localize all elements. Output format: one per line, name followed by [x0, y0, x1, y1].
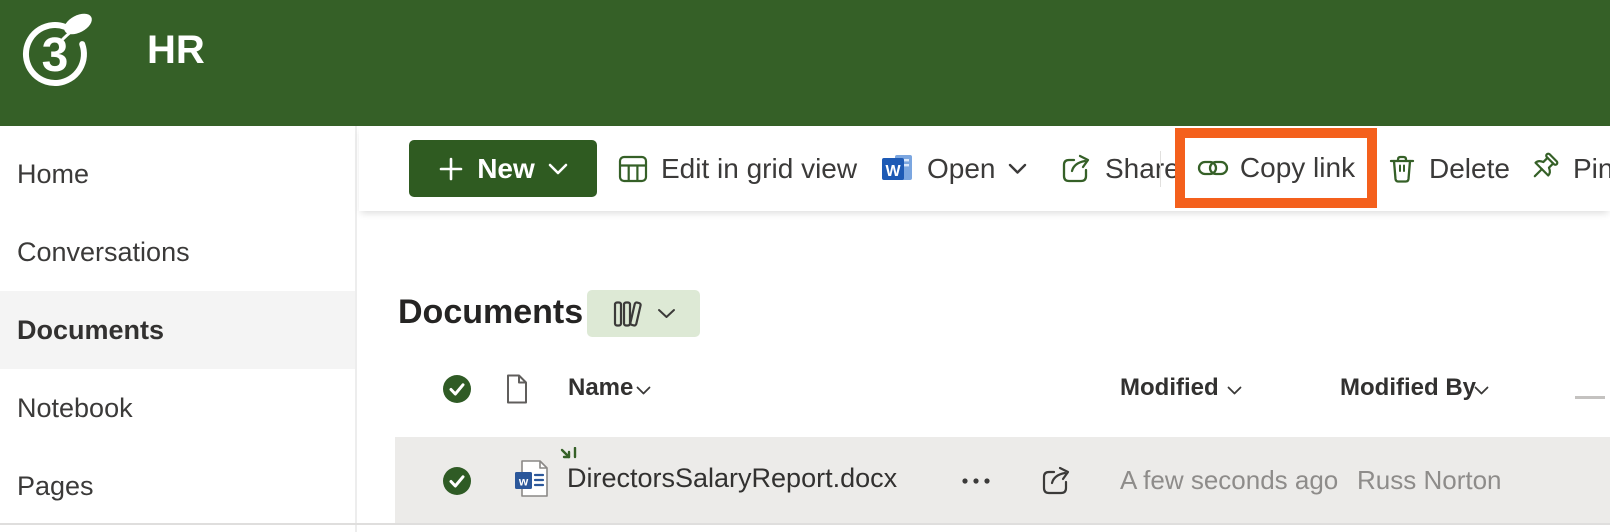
sidebar-item-notebook[interactable]: Notebook — [0, 369, 355, 447]
edit-grid-view-button[interactable]: Edit in grid view — [617, 126, 857, 211]
row-selected-checkbox[interactable] — [443, 467, 471, 495]
more-options-icon[interactable] — [961, 477, 991, 485]
delete-button[interactable]: Delete — [1387, 126, 1510, 211]
sidebar-item-home[interactable]: Home — [0, 135, 355, 213]
site-logo[interactable]: 3 — [15, 8, 99, 92]
share-button[interactable]: Share — [1059, 126, 1180, 211]
library-books-icon — [613, 300, 642, 327]
pin-label: Pin — [1573, 152, 1610, 184]
pin-button[interactable]: Pin — [1527, 126, 1610, 211]
column-header-name[interactable]: Name — [568, 374, 633, 402]
view-selector-button[interactable] — [587, 290, 700, 337]
grid-icon — [618, 155, 648, 182]
chevron-down-icon[interactable] — [1227, 386, 1242, 395]
copy-link-button[interactable]: Copy link — [1197, 152, 1355, 184]
word-app-icon: W — [882, 154, 912, 180]
site-header: 3 HR — [0, 0, 1610, 126]
modified-cell: A few seconds ago — [1120, 465, 1339, 495]
delete-label: Delete — [1429, 152, 1510, 184]
chevron-down-icon — [657, 309, 675, 318]
chevron-down-icon — [1008, 163, 1026, 174]
chevron-down-icon[interactable] — [636, 386, 651, 395]
pin-icon — [1533, 152, 1559, 177]
library-heading: Documents — [398, 293, 584, 331]
open-button[interactable]: W Open — [879, 126, 1027, 211]
select-all-checkbox[interactable] — [443, 375, 471, 403]
table-row[interactable]: w DirectorsSalaryReport.docx A few secon… — [395, 437, 1610, 525]
command-bar: New Edit in grid view W Open Share Copy … — [359, 126, 1610, 211]
sidebar-item-pages[interactable]: Pages — [0, 447, 355, 525]
file-name-link[interactable]: DirectorsSalaryReport.docx — [567, 463, 897, 494]
library-content: Documents Name Modified Modified By w Di… — [359, 211, 1610, 532]
bottom-divider — [0, 523, 1610, 525]
new-button[interactable]: New — [409, 140, 597, 197]
svg-text:w: w — [518, 475, 529, 489]
copy-link-highlight-box: Copy link — [1175, 128, 1377, 208]
command-bar-divider — [1160, 151, 1161, 187]
new-button-label: New — [477, 152, 535, 184]
row-share-icon[interactable] — [1039, 464, 1073, 498]
open-label: Open — [927, 152, 996, 184]
share-label: Share — [1105, 152, 1180, 184]
word-document-icon: w — [515, 460, 548, 497]
chevron-down-icon — [548, 163, 568, 174]
chevron-down-icon[interactable] — [1474, 386, 1489, 395]
plus-icon — [439, 157, 463, 180]
logo-circle-leaf-icon: 3 — [23, 13, 92, 86]
modified-by-cell: Russ Norton — [1357, 465, 1502, 495]
file-type-column-icon[interactable] — [505, 374, 529, 404]
column-header-modified-by[interactable]: Modified By — [1340, 374, 1476, 402]
link-icon — [1197, 160, 1229, 176]
column-header-modified[interactable]: Modified — [1120, 374, 1219, 402]
sharepoint-document-library: 3 HR Home Conversations Documents Notebo… — [0, 0, 1610, 532]
add-column-partial[interactable] — [1575, 396, 1605, 399]
trash-icon — [1389, 155, 1415, 183]
left-navigation: Home Conversations Documents Notebook Pa… — [0, 126, 357, 532]
edit-grid-view-label: Edit in grid view — [661, 152, 858, 184]
copy-link-label: Copy link — [1239, 152, 1356, 183]
svg-text:W: W — [885, 163, 901, 180]
sidebar-item-documents[interactable]: Documents — [0, 291, 355, 369]
share-icon — [1062, 154, 1090, 182]
sidebar-item-conversations[interactable]: Conversations — [0, 213, 355, 291]
site-title[interactable]: HR — [147, 28, 205, 73]
